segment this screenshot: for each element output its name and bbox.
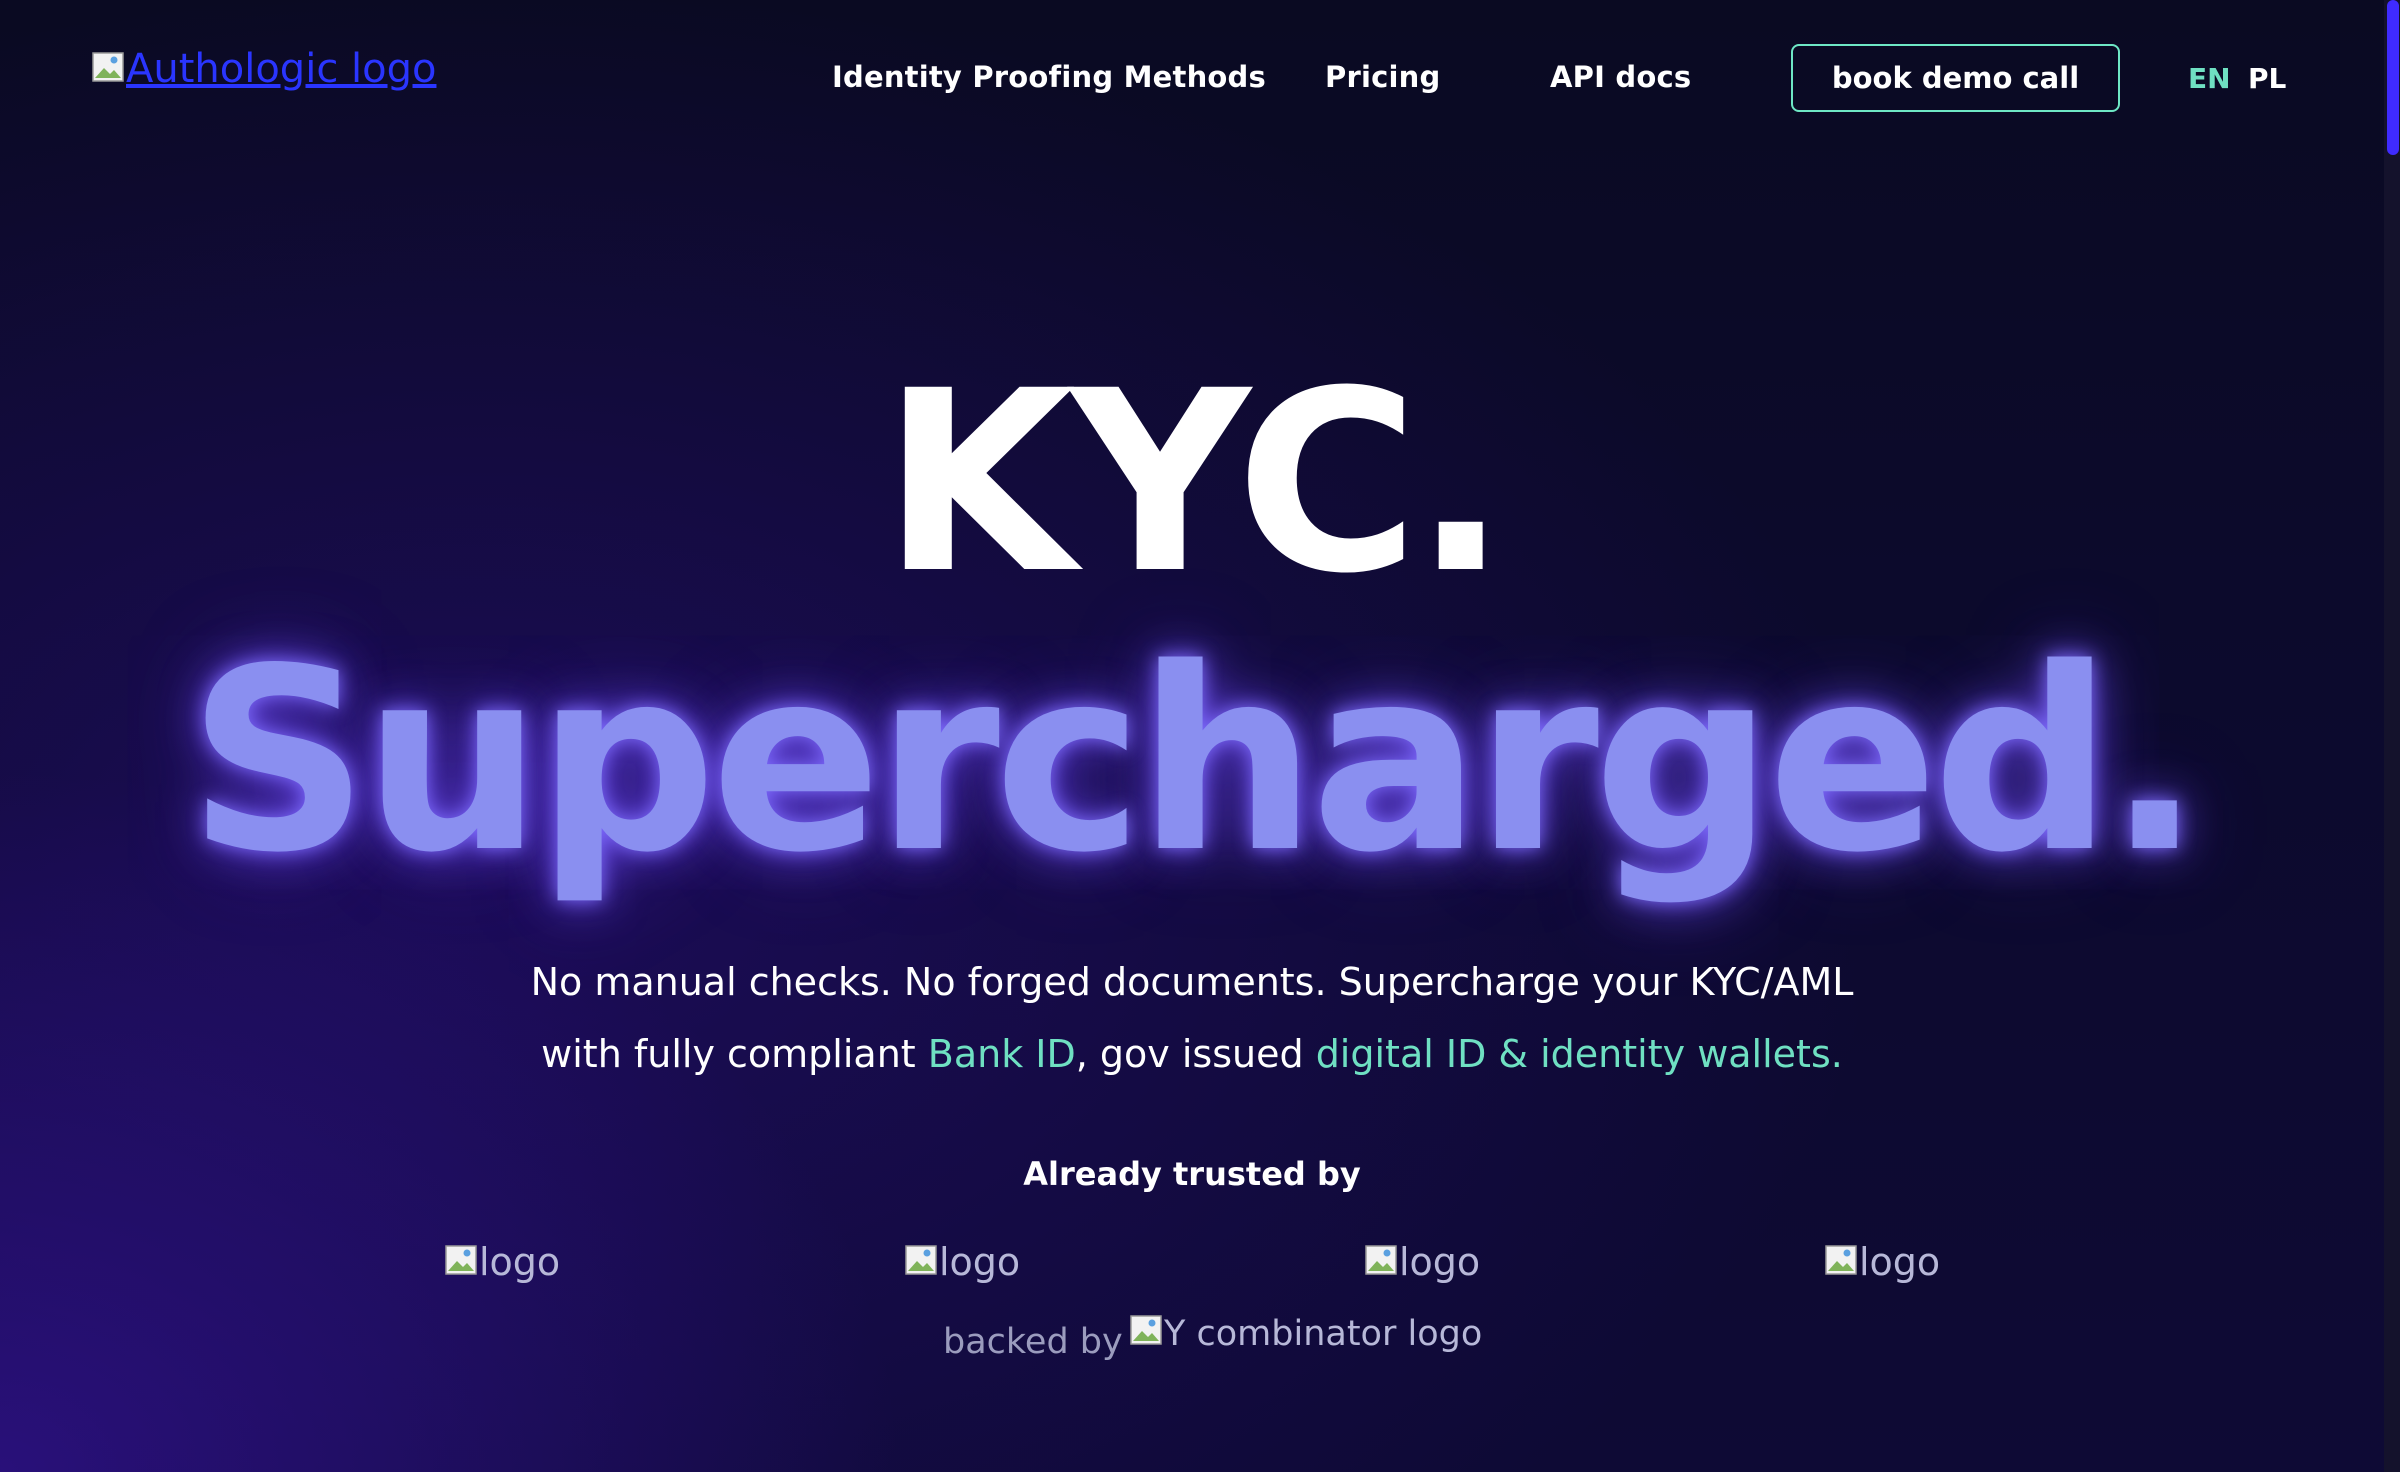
client-logo-alt: logo (939, 1240, 1021, 1284)
page-scrollbar[interactable] (2384, 0, 2400, 1472)
nav-identity-proofing-methods[interactable]: Identity Proofing Methods (832, 60, 1266, 94)
broken-image-icon (92, 46, 124, 82)
client-logo: logo (905, 1240, 1020, 1300)
client-logo-alt: logo (479, 1240, 561, 1284)
landing-page: Authologic logo Identity Proofing Method… (0, 0, 2384, 1472)
scrollbar-thumb[interactable] (2387, 0, 2399, 155)
nav-pricing[interactable]: Pricing (1325, 60, 1440, 94)
backed-by-label: backed by (943, 1322, 1123, 1362)
hero-title-supercharged: Supercharged. (187, 615, 2203, 908)
language-pl[interactable]: PL (2248, 62, 2286, 95)
hero-subtitle: No manual checks. No forged documents. S… (0, 946, 2384, 1090)
hero-subtitle-text: with fully compliant (541, 1032, 928, 1076)
client-logo: logo (1365, 1240, 1480, 1300)
broken-image-icon (1130, 1314, 1162, 1345)
digital-id-link[interactable]: digital ID & identity wallets. (1316, 1032, 1843, 1076)
hero-subtitle-line-2: with fully compliant Bank ID, gov issued… (0, 1018, 2384, 1090)
trusted-by-heading: Already trusted by (1023, 1155, 1361, 1193)
hero-title-kyc: KYC. (881, 337, 1508, 628)
book-demo-call-button[interactable]: book demo call (1791, 44, 2120, 112)
client-logo: logo (445, 1240, 560, 1300)
hero-subtitle-line-1: No manual checks. No forged documents. S… (530, 960, 1854, 1004)
broken-image-icon (1365, 1240, 1397, 1275)
y-combinator-logo-alt: Y combinator logo (1164, 1314, 1483, 1354)
nav-api-docs[interactable]: API docs (1550, 60, 1691, 94)
hero-subtitle-text: , gov issued (1075, 1032, 1316, 1076)
site-header: Authologic logo Identity Proofing Method… (0, 0, 2384, 160)
authologic-logo-alt: Authologic logo (126, 46, 437, 92)
authologic-logo-link[interactable]: Authologic logo (92, 46, 436, 106)
client-logo-alt: logo (1859, 1240, 1941, 1284)
broken-image-icon (905, 1240, 937, 1275)
bank-id-link[interactable]: Bank ID (928, 1032, 1076, 1076)
language-en[interactable]: EN (2188, 62, 2231, 95)
broken-image-icon (1825, 1240, 1857, 1275)
client-logo-alt: logo (1399, 1240, 1481, 1284)
client-logo: logo (1825, 1240, 1940, 1300)
broken-image-icon (445, 1240, 477, 1275)
y-combinator-logo: Y combinator logo (1130, 1314, 1482, 1354)
